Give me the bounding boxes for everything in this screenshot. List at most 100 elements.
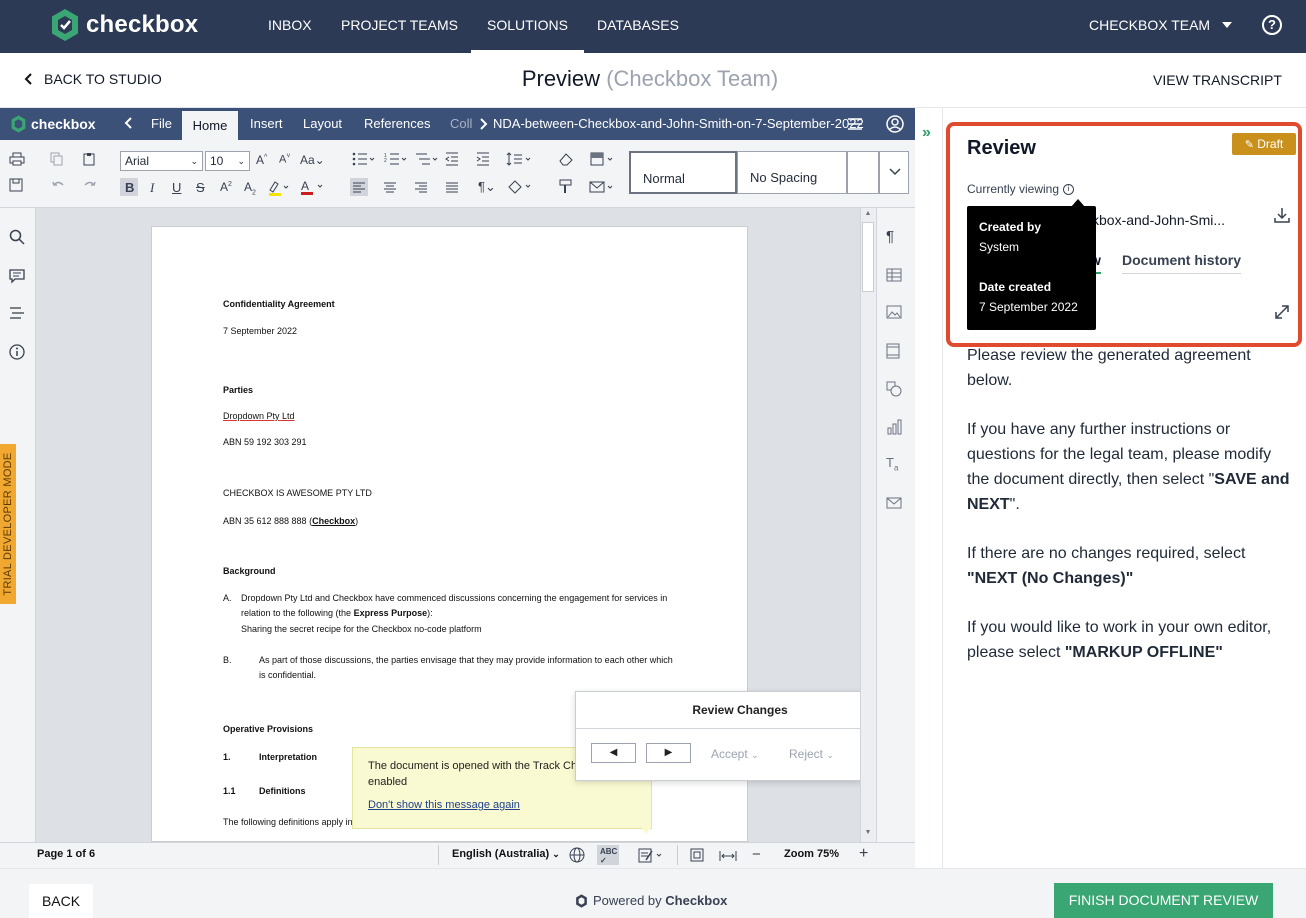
nav-inbox[interactable]: INBOX: [268, 0, 312, 53]
tab-insert[interactable]: Insert: [250, 108, 283, 140]
style-empty[interactable]: [847, 151, 879, 194]
style-no-spacing[interactable]: No Spacing: [737, 151, 847, 194]
expand-icon[interactable]: [1273, 303, 1291, 326]
pilcrow-icon[interactable]: ¶⌄: [478, 179, 496, 195]
superscript-icon[interactable]: A2: [220, 180, 232, 194]
align-center-icon[interactable]: [384, 181, 396, 199]
increase-font-icon[interactable]: A^: [256, 153, 267, 167]
tooltip-created-by-label: Created by: [979, 220, 1042, 234]
tab-document-history[interactable]: Document history: [1122, 252, 1242, 274]
collapse-left-icon[interactable]: [124, 116, 134, 135]
paste-icon[interactable]: [82, 152, 96, 169]
nav-project-teams[interactable]: PROJECT TEAMS: [341, 0, 458, 53]
currently-viewing-label: Currently viewing i: [967, 182, 1075, 196]
increase-indent-icon[interactable]: [476, 152, 490, 171]
menu-icon[interactable]: [847, 117, 863, 136]
current-document-name[interactable]: ckbox-and-John-Smi...: [1085, 212, 1225, 228]
underline-icon[interactable]: U: [172, 180, 181, 195]
multilevel-list-icon[interactable]: [415, 152, 441, 171]
highlight-icon[interactable]: [267, 180, 291, 201]
numbered-list-icon[interactable]: 12: [384, 152, 410, 171]
change-case-icon[interactable]: Aa⌄: [300, 153, 325, 167]
justify-icon[interactable]: [446, 181, 458, 199]
chevron-right-icon[interactable]: [478, 117, 488, 136]
shading-icon[interactable]: [506, 179, 534, 200]
comments-icon[interactable]: [9, 268, 25, 289]
info-icon[interactable]: i: [1063, 183, 1075, 195]
strikethrough-icon[interactable]: S: [196, 180, 205, 195]
paragraph-settings-icon[interactable]: ¶: [886, 228, 894, 245]
align-right-icon[interactable]: [415, 181, 427, 199]
nav-solutions[interactable]: SOLUTIONS: [471, 0, 584, 53]
table-style-icon[interactable]: [590, 152, 616, 171]
tab-references[interactable]: References: [364, 108, 430, 140]
scroll-up-icon[interactable]: ▲: [862, 210, 874, 220]
zoom-out-icon[interactable]: −: [752, 846, 761, 863]
image-settings-icon[interactable]: [886, 305, 902, 323]
save-icon[interactable]: [9, 178, 23, 195]
user-icon[interactable]: [886, 115, 904, 138]
fit-width-icon[interactable]: [719, 849, 737, 867]
status-divider: [438, 845, 439, 865]
italic-icon[interactable]: I: [150, 180, 154, 196]
dont-show-again-link[interactable]: Don't show this message again: [368, 799, 520, 811]
spellcheck-icon[interactable]: ABC ✓: [600, 847, 617, 865]
scroll-thumb[interactable]: [862, 222, 874, 292]
format-painter-icon[interactable]: [558, 179, 574, 200]
info-icon[interactable]: [9, 344, 25, 365]
zoom-in-icon[interactable]: +: [859, 845, 868, 863]
style-normal[interactable]: Normal: [629, 151, 737, 194]
line-spacing-icon[interactable]: [506, 152, 534, 171]
redo-icon[interactable]: [83, 179, 97, 194]
panel-divider: [942, 108, 943, 868]
decrease-indent-icon[interactable]: [445, 152, 459, 171]
collapse-panel-icon[interactable]: »: [922, 124, 931, 142]
undo-icon[interactable]: [51, 179, 65, 194]
reject-button[interactable]: Reject ⌄: [789, 747, 834, 761]
style-gallery-expand[interactable]: [879, 151, 909, 194]
search-icon[interactable]: [9, 229, 25, 250]
language-select[interactable]: English (Australia) ⌄: [452, 848, 560, 860]
decrease-font-icon[interactable]: A˅: [279, 153, 290, 166]
tab-file[interactable]: File: [151, 108, 172, 140]
help-icon[interactable]: ?: [1262, 15, 1282, 35]
subscript-icon[interactable]: A2: [244, 180, 256, 196]
fit-page-icon[interactable]: [690, 848, 704, 867]
navigation-icon[interactable]: [9, 306, 25, 325]
text-art-icon[interactable]: Ta: [886, 455, 898, 473]
nav-databases[interactable]: DATABASES: [597, 0, 679, 53]
next-change-button[interactable]: ▶: [646, 743, 691, 763]
vertical-scrollbar[interactable]: [860, 208, 876, 842]
caret-down-icon[interactable]: [1222, 22, 1232, 28]
font-color-icon[interactable]: A: [300, 179, 326, 201]
bullet-list-icon[interactable]: [352, 152, 378, 171]
scroll-down-icon[interactable]: ▼: [862, 829, 874, 839]
previous-change-button[interactable]: ◀: [591, 743, 636, 763]
tab-layout[interactable]: Layout: [303, 108, 342, 140]
bold-icon[interactable]: B: [125, 180, 134, 195]
pen-icon: ✎: [1244, 139, 1254, 151]
tab-collaboration[interactable]: Colla: [450, 108, 472, 140]
checkbox-logo[interactable]: checkbox: [50, 8, 198, 42]
table-settings-icon[interactable]: [886, 268, 902, 286]
font-family-select[interactable]: Arial ⌄: [120, 151, 203, 171]
globe-icon[interactable]: [569, 847, 585, 868]
back-button[interactable]: BACK: [29, 884, 93, 918]
eraser-icon[interactable]: [558, 152, 574, 171]
chart-settings-icon[interactable]: [886, 419, 902, 439]
header-footer-icon[interactable]: [886, 343, 900, 363]
align-left-icon[interactable]: [353, 181, 365, 199]
tab-home[interactable]: Home: [182, 111, 238, 140]
download-icon[interactable]: [1274, 207, 1290, 228]
finish-document-review-button[interactable]: FINISH DOCUMENT REVIEW: [1054, 883, 1273, 918]
view-transcript-link[interactable]: VIEW TRANSCRIPT: [1153, 72, 1282, 88]
track-changes-icon[interactable]: [638, 847, 666, 868]
copy-icon[interactable]: [50, 152, 64, 169]
mail-merge-settings-icon[interactable]: [886, 496, 902, 513]
team-menu[interactable]: CHECKBOX TEAM: [1089, 0, 1210, 53]
mail-merge-icon[interactable]: [589, 180, 617, 199]
print-icon[interactable]: [9, 152, 25, 169]
shape-settings-icon[interactable]: [886, 381, 902, 401]
font-size-select[interactable]: 10 ⌄: [205, 151, 250, 171]
accept-button[interactable]: Accept ⌄: [711, 747, 759, 761]
